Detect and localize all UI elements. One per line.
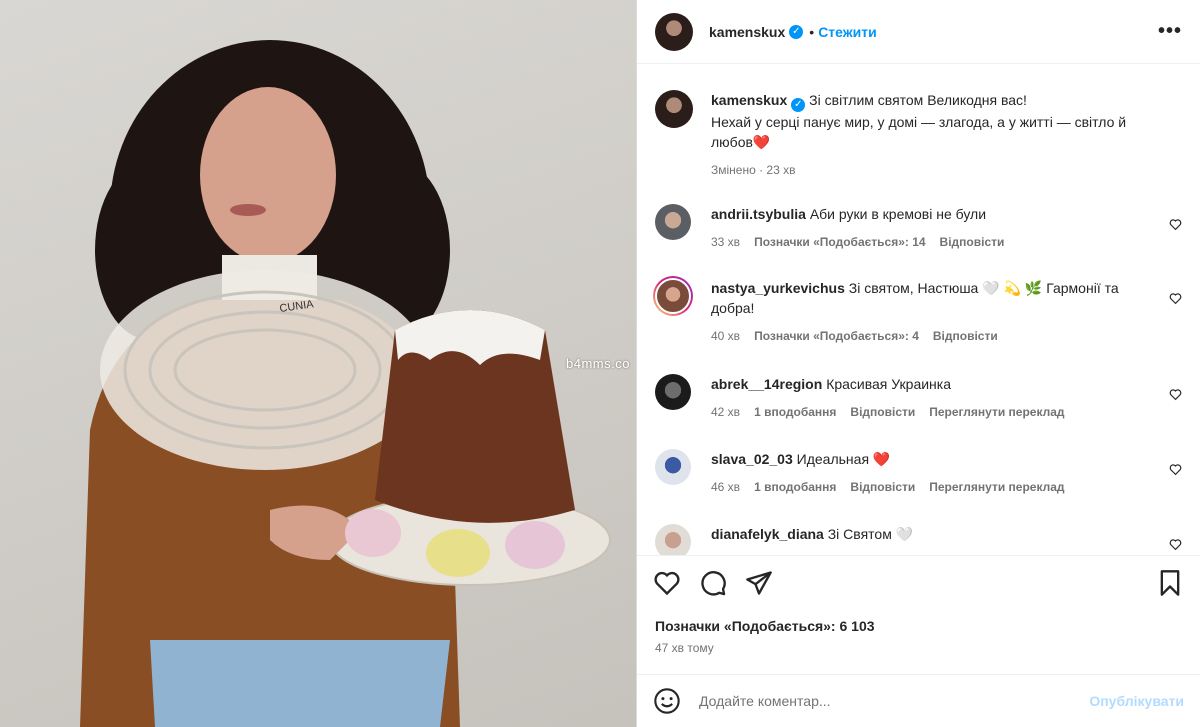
like-comment-heart-icon[interactable] (1169, 388, 1182, 401)
comment-input[interactable] (697, 692, 1090, 710)
author-avatar[interactable] (655, 12, 693, 51)
post-photo: CUNIA b4mms.co (0, 0, 636, 727)
comment-item: abrek__14region Красивая Украинка 42 хв 1… (655, 374, 1182, 422)
follow-button[interactable]: Стежити (818, 24, 877, 40)
author-username[interactable]: kamenskux (709, 24, 785, 40)
verified-badge-icon: ✓ (791, 98, 806, 112)
comment-text: Красивая Украинка (826, 376, 952, 392)
like-heart-icon[interactable] (653, 569, 681, 597)
reply-button[interactable]: Відповісти (850, 480, 915, 494)
caption-line1: Зі світлим святом Великодня вас! (809, 92, 1027, 108)
save-bookmark-icon[interactable] (1156, 569, 1184, 597)
comment-item: dianafelyk_diana Зі Святом 🤍 (655, 524, 1182, 555)
comment-likes[interactable]: 1 вподобання (754, 405, 836, 419)
watermark: b4mms.co (566, 356, 630, 371)
reply-button[interactable]: Відповісти (940, 235, 1005, 249)
comments-list[interactable]: kamenskux ✓ Зі світлим святом Великодня в… (637, 64, 1200, 555)
likes-count[interactable]: Позначки «Подобається»: 6 103 (655, 618, 875, 634)
comment-item: nastya_yurkevichus Зі святом, Настюша 🤍 … (653, 276, 1182, 346)
comment-username[interactable]: dianafelyk_diana (711, 526, 824, 542)
comment-item: slava_02_03 Идеальная ❤️ 46 хв 1 вподобан… (655, 449, 1182, 497)
comment-item: andrii.tsybulia Аби руки в кремові не бу… (655, 204, 1182, 252)
publish-button[interactable]: Опублікувати (1089, 693, 1184, 709)
comment-username[interactable]: andrii.tsybulia (711, 206, 806, 222)
caption-avatar[interactable] (655, 90, 693, 128)
comment-time: 40 хв (711, 329, 741, 343)
share-send-icon[interactable] (745, 569, 773, 597)
caption-edited: Змінено · 23 хв (711, 163, 796, 177)
separator-dot: • (809, 23, 815, 40)
like-comment-heart-icon[interactable] (1169, 463, 1182, 476)
more-options-icon[interactable]: ••• (1158, 20, 1182, 43)
comment-username[interactable]: nastya_yurkevichus (711, 280, 845, 296)
commenter-avatar[interactable] (655, 374, 691, 410)
translate-button[interactable]: Переглянути переклад (929, 480, 1064, 494)
story-ring[interactable] (653, 276, 693, 316)
commenter-avatar[interactable] (655, 524, 691, 555)
commenter-avatar[interactable] (655, 449, 691, 485)
comment-bubble-icon[interactable] (699, 569, 727, 597)
add-comment-bar: Опублікувати (637, 674, 1200, 727)
comment-text: Аби руки в кремові не були (809, 206, 987, 222)
comment-text: Идеальная ❤️ (796, 451, 891, 467)
action-bar (637, 555, 1200, 610)
commenter-avatar[interactable] (655, 204, 691, 240)
comment-likes[interactable]: 1 вподобання (754, 480, 836, 494)
comment-time: 46 хв (711, 480, 741, 494)
comment-time: 33 хв (711, 235, 741, 249)
comment-username[interactable]: slava_02_03 (711, 451, 793, 467)
caption: kamenskux ✓ Зі світлим святом Великодня в… (655, 90, 1182, 180)
like-comment-heart-icon[interactable] (1169, 538, 1182, 551)
emoji-icon[interactable] (653, 687, 681, 715)
post-header: kamenskux ✓ • Стежити ••• (637, 0, 1200, 64)
comment-likes[interactable]: Позначки «Подобається»: 4 (754, 329, 919, 343)
comment-username[interactable]: abrek__14region (711, 376, 822, 392)
post-side-panel: kamenskux ✓ • Стежити ••• kamenskux ✓ Зі … (636, 0, 1200, 727)
photo-illustration: CUNIA (80, 40, 611, 727)
like-comment-heart-icon[interactable] (1169, 218, 1182, 231)
commenter-avatar[interactable] (655, 278, 691, 314)
reply-button[interactable]: Відповісти (933, 329, 998, 343)
comment-time: 42 хв (711, 405, 741, 419)
reply-button[interactable]: Відповісти (850, 405, 915, 419)
post-time: 47 хв тому (655, 641, 714, 655)
comment-likes[interactable]: Позначки «Подобається»: 14 (754, 235, 925, 249)
verified-badge-icon: ✓ (789, 24, 804, 39)
caption-username[interactable]: kamenskux (711, 92, 787, 108)
comment-text: Зі Святом 🤍 (827, 526, 914, 542)
caption-line2: Нехай у серці панує мир, у домі — злагод… (711, 114, 1127, 150)
translate-button[interactable]: Переглянути переклад (929, 405, 1064, 419)
like-comment-heart-icon[interactable] (1169, 292, 1182, 305)
